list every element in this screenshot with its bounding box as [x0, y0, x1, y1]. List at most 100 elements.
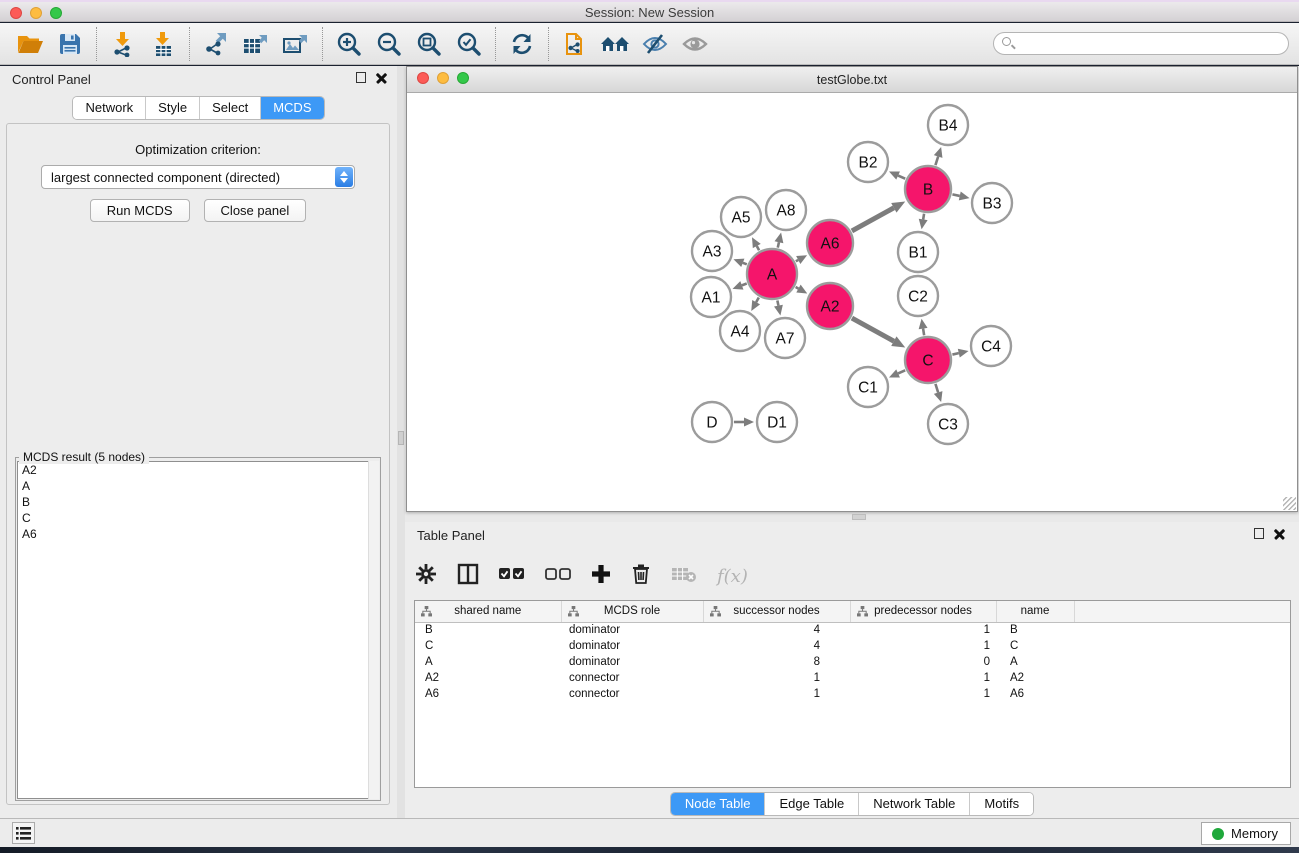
table-cell[interactable]: 0 — [850, 654, 996, 670]
table-row[interactable]: Cdominator41C — [415, 638, 1290, 654]
table-cell[interactable]: 4 — [703, 638, 850, 654]
table-row[interactable]: Adominator80A — [415, 654, 1290, 670]
table-cell[interactable]: B — [415, 622, 561, 638]
zoom-out-icon[interactable] — [369, 27, 409, 61]
table-row[interactable]: A2connector11A2 — [415, 670, 1290, 686]
table-cell[interactable]: dominator — [561, 638, 703, 654]
function-builder-icon[interactable]: f(x) — [717, 566, 748, 587]
zoom-fit-icon[interactable] — [409, 27, 449, 61]
table-row[interactable]: Bdominator41B — [415, 622, 1290, 638]
vertical-splitter[interactable] — [397, 66, 405, 818]
mcds-result-item[interactable]: A2 — [18, 462, 378, 478]
result-scrollbar[interactable] — [368, 461, 379, 799]
mcds-result-item[interactable]: B — [18, 494, 378, 510]
table-cell[interactable]: 1 — [850, 686, 996, 702]
show-panels-icon[interactable] — [675, 27, 715, 61]
graph-edge[interactable] — [923, 214, 924, 220]
graph-edge[interactable] — [756, 298, 759, 303]
tab-network-table[interactable]: Network Table — [858, 793, 969, 815]
memory-button[interactable]: Memory — [1201, 822, 1291, 845]
table-header-row[interactable]: shared name MCDS role successor nodes pr… — [415, 601, 1290, 622]
graph-edge[interactable] — [923, 329, 924, 336]
select-all-checkboxes-icon[interactable] — [499, 567, 525, 586]
close-panel-icon[interactable] — [376, 72, 387, 83]
run-mcds-button[interactable]: Run MCDS — [90, 199, 190, 222]
export-table-icon[interactable] — [236, 27, 276, 61]
table-cell[interactable]: 1 — [850, 670, 996, 686]
mcds-result-item[interactable]: C — [18, 510, 378, 526]
table-cell[interactable]: 1 — [850, 638, 996, 654]
table-cell[interactable]: connector — [561, 670, 703, 686]
splitter-grip[interactable] — [852, 514, 866, 520]
network-canvas[interactable]: B4B2BB3A8A5A6A3B1AA1C2A2A4A7C4CC1DD1C3 — [407, 93, 1297, 511]
graph-edge[interactable] — [852, 208, 894, 231]
criterion-dropdown[interactable]: largest connected component (directed) — [41, 165, 355, 189]
graph-edge[interactable] — [742, 284, 747, 286]
export-network-icon[interactable] — [196, 27, 236, 61]
search-input[interactable] — [993, 32, 1289, 55]
settings-gear-icon[interactable] — [415, 563, 437, 590]
table-cell[interactable]: 1 — [703, 670, 850, 686]
task-history-button[interactable] — [12, 822, 35, 844]
delete-column-icon[interactable] — [631, 563, 651, 590]
graph-edge[interactable] — [777, 300, 778, 305]
hide-panels-icon[interactable] — [635, 27, 675, 61]
graph-edge[interactable] — [796, 287, 799, 289]
add-column-icon[interactable] — [591, 564, 611, 589]
tab-node-table[interactable]: Node Table — [671, 793, 765, 815]
table-cell[interactable]: A — [996, 654, 1074, 670]
graph-edge[interactable] — [935, 156, 938, 165]
table-cell[interactable]: B — [996, 622, 1074, 638]
column-layout-icon[interactable] — [457, 563, 479, 590]
open-file-icon[interactable] — [10, 27, 50, 61]
graph-edge[interactable] — [743, 263, 747, 265]
graph-edge[interactable] — [796, 260, 798, 261]
float-table-panel-icon[interactable] — [1254, 528, 1264, 539]
graph-edge[interactable] — [952, 194, 959, 196]
table-cell[interactable]: connector — [561, 686, 703, 702]
table-cell[interactable]: A2 — [996, 670, 1074, 686]
table-cell[interactable]: A6 — [415, 686, 561, 702]
graph-edge[interactable] — [898, 370, 905, 373]
network-window-titlebar[interactable]: testGlobe.txt — [407, 67, 1297, 93]
import-network-icon[interactable] — [103, 27, 143, 61]
graph-edge[interactable] — [778, 242, 779, 247]
zoom-selected-icon[interactable] — [449, 27, 489, 61]
table-cell[interactable]: 1 — [703, 686, 850, 702]
deselect-all-checkboxes-icon[interactable] — [545, 567, 571, 586]
tab-motifs[interactable]: Motifs — [969, 793, 1033, 815]
table-cell[interactable]: C — [996, 638, 1074, 654]
delete-table-icon[interactable] — [671, 565, 697, 588]
graph-edge[interactable] — [935, 384, 938, 393]
table-cell[interactable]: A2 — [415, 670, 561, 686]
node-table[interactable]: shared name MCDS role successor nodes pr… — [414, 600, 1291, 788]
tab-network[interactable]: Network — [73, 97, 145, 119]
graph-edge[interactable] — [898, 176, 905, 179]
import-table-icon[interactable] — [143, 27, 183, 61]
table-cell[interactable]: A — [415, 654, 561, 670]
close-panel-button[interactable]: Close panel — [204, 199, 307, 222]
new-network-from-selection-icon[interactable] — [555, 27, 595, 61]
tab-mcds[interactable]: MCDS — [260, 97, 323, 119]
table-cell[interactable]: A6 — [996, 686, 1074, 702]
float-panel-icon[interactable] — [356, 72, 366, 83]
mcds-result-item[interactable]: A — [18, 478, 378, 494]
tab-select[interactable]: Select — [199, 97, 260, 119]
graph-edge[interactable] — [757, 246, 759, 250]
tab-style[interactable]: Style — [145, 97, 199, 119]
zoom-in-icon[interactable] — [329, 27, 369, 61]
splitter-grip[interactable] — [398, 431, 404, 445]
table-cell[interactable]: 4 — [703, 622, 850, 638]
table-cell[interactable]: dominator — [561, 622, 703, 638]
window-resize-grip[interactable] — [1283, 497, 1296, 510]
close-table-panel-icon[interactable] — [1274, 528, 1285, 539]
table-row[interactable]: A6connector11A6 — [415, 686, 1290, 702]
tab-edge-table[interactable]: Edge Table — [764, 793, 858, 815]
horizontal-splitter[interactable] — [405, 512, 1299, 522]
export-image-icon[interactable] — [276, 27, 316, 61]
table-cell[interactable]: 8 — [703, 654, 850, 670]
cybrowser-home-icon[interactable] — [595, 27, 635, 61]
save-session-icon[interactable] — [50, 27, 90, 61]
mcds-result-list[interactable]: A2ABCA6 — [17, 461, 379, 799]
table-cell[interactable]: dominator — [561, 654, 703, 670]
